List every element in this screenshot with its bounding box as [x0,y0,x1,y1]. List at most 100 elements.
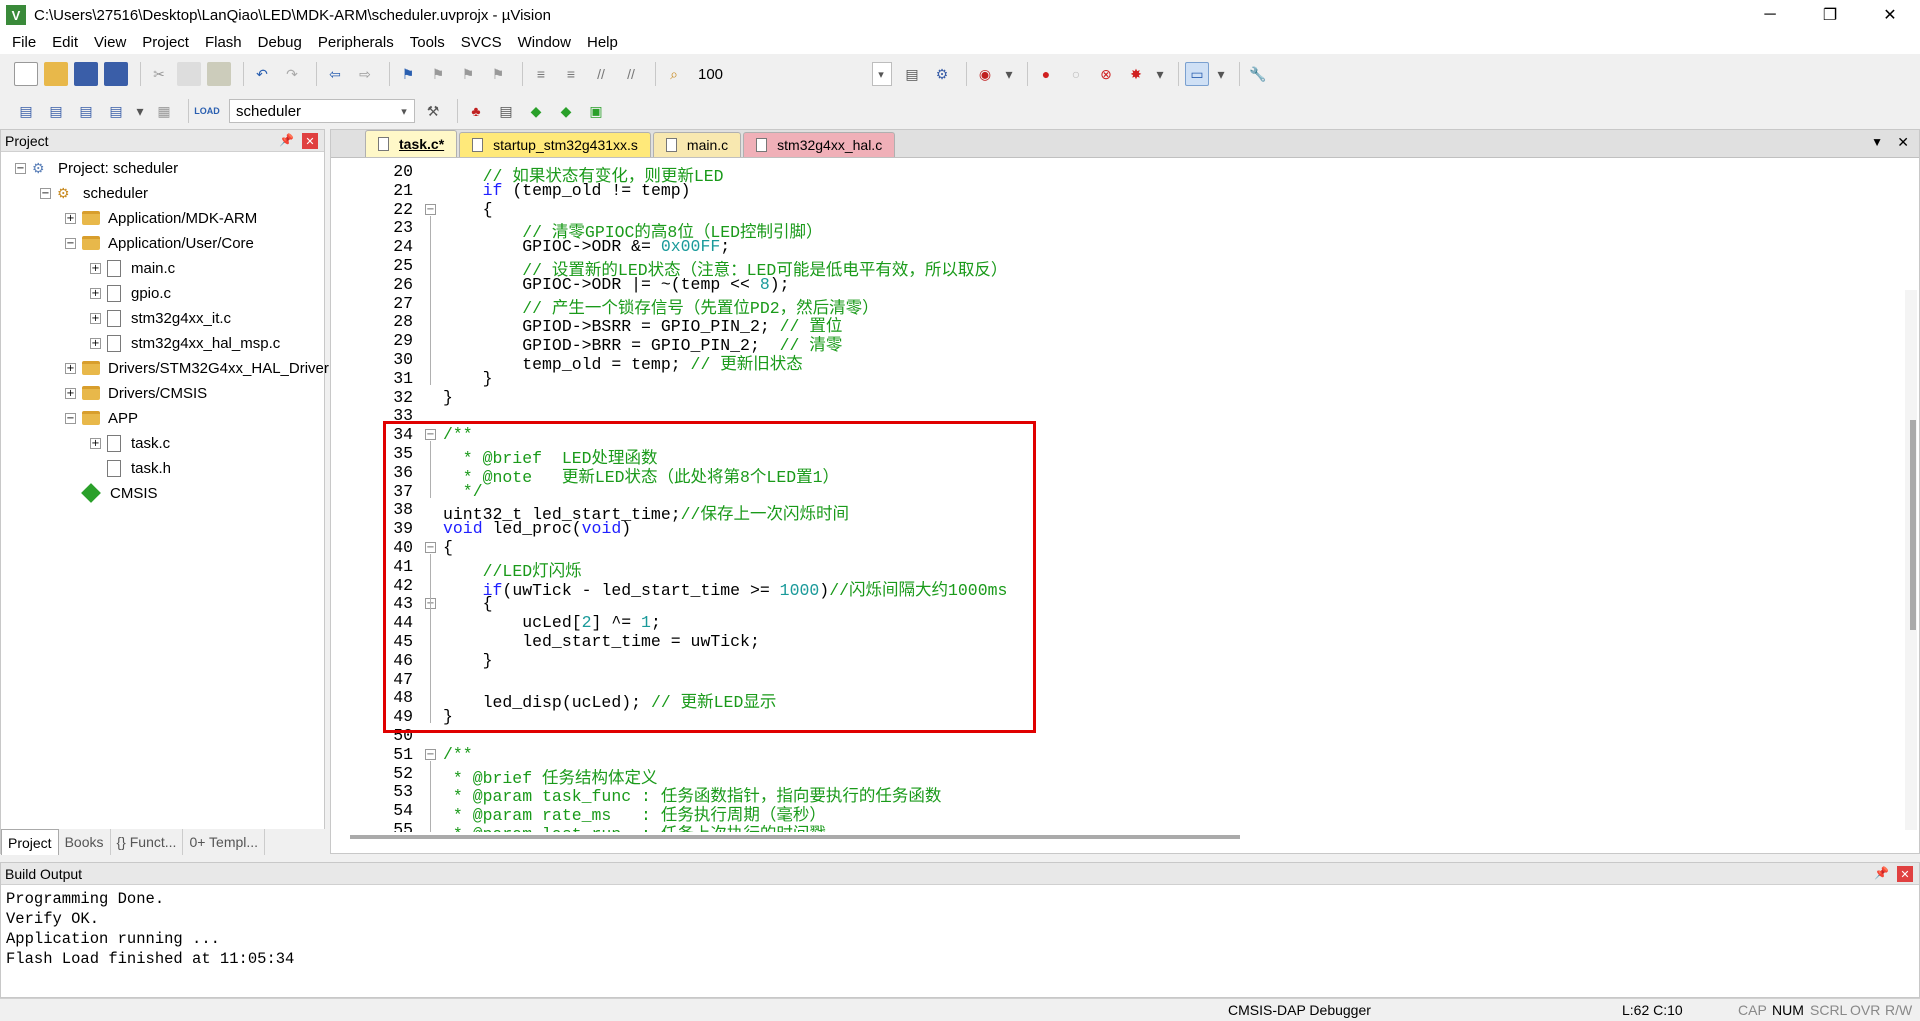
code-line[interactable]: } [443,369,493,388]
editor-scroll-thumb[interactable] [1910,420,1916,630]
comment-icon[interactable]: // [589,62,613,86]
code-line[interactable]: led_disp(ucLed); // 更新LED显示 [443,688,777,712]
chevron-down-icon[interactable]: ▾ [1003,62,1015,86]
find-icon[interactable]: ▤ [900,62,924,86]
tab-templates[interactable]: 0+ Templ... [183,829,266,855]
expand-icon[interactable]: + [90,312,101,324]
tree-item[interactable]: + Drivers/STM32G4xx_HAL_Driver [65,356,329,380]
close-tab-icon[interactable]: ✕ [1897,134,1909,151]
pack-installer-icon[interactable]: ◆ [554,99,578,123]
expand-icon[interactable]: + [65,212,76,224]
tree-item[interactable]: + main.c [90,256,175,280]
menu-debug[interactable]: Debug [250,34,310,51]
menu-window[interactable]: Window [510,34,579,51]
expand-icon[interactable]: + [90,262,101,274]
chevron-down-icon[interactable]: ▾ [1215,62,1227,86]
paste-icon[interactable] [207,62,231,86]
tree-item[interactable]: task.h [90,456,171,480]
collapse-icon[interactable]: − [65,412,76,424]
zoom-dropdown[interactable]: ▾ [872,62,892,86]
open-file-icon[interactable] [44,62,68,86]
nav-back-icon[interactable]: ⇦ [323,62,347,86]
rebuild-icon[interactable]: ▤ [74,99,98,123]
code-line[interactable]: * @param last_run : 任务上次执行的时间戳 [443,820,826,832]
stop-build-icon[interactable]: ▦ [152,99,176,123]
undo-icon[interactable]: ↶ [250,62,274,86]
code-line[interactable]: } [443,707,453,726]
cut-icon[interactable]: ✂ [147,62,171,86]
save-all-icon[interactable] [104,62,128,86]
window-layout-icon[interactable]: ▭ [1185,62,1209,86]
find-in-files-icon[interactable]: ⌕ [662,62,686,86]
tab-file-0[interactable]: task.c* [365,130,458,157]
chevron-down-icon[interactable]: ▾ [1154,62,1166,86]
code-area[interactable]: 20 // 如果状态有变化，则更新LED 21 if (temp_old != t… [341,162,1911,832]
tree-item[interactable]: + task.c [90,431,170,455]
minimize-button[interactable]: ─ [1740,0,1800,30]
fold-collapse-icon[interactable]: − [425,748,436,760]
clear-bookmarks-icon[interactable]: ⚑ [486,62,510,86]
code-line[interactable]: /** [443,425,473,444]
pin-icon[interactable]: 📌 [279,133,294,147]
build-icon[interactable]: ▤ [44,99,68,123]
code-line[interactable]: GPIOC->ODR |= ~(temp << 8); [443,275,789,294]
code-line[interactable]: GPIOC->ODR &= 0x00FF; [443,237,730,256]
menu-file[interactable]: File [4,34,44,51]
software-packs-icon[interactable]: ▣ [584,99,608,123]
code-line[interactable]: } [443,651,493,670]
configure-wrench-icon[interactable]: 🔧 [1246,62,1270,86]
incremental-find-icon[interactable]: ⚙ [930,62,954,86]
tab-list-dropdown-icon[interactable]: ▼ [1871,135,1883,149]
fold-collapse-icon[interactable]: − [425,429,436,441]
expand-icon[interactable]: + [90,437,101,449]
code-line[interactable]: temp_old = temp; // 更新旧状态 [443,350,803,374]
close-button[interactable]: ✕ [1860,0,1920,30]
code-line[interactable]: } [443,388,453,407]
bookmark-icon[interactable]: ⚑ [396,62,420,86]
code-line[interactable]: void led_proc(void) [443,519,631,538]
expand-icon[interactable]: + [65,362,76,374]
tree-item[interactable]: + stm32g4xx_it.c [90,306,231,330]
translate-icon[interactable]: ▤ [14,99,38,123]
tab-project[interactable]: Project [1,829,59,855]
tree-item[interactable]: + stm32g4xx_hal_msp.c [90,331,280,355]
menu-help[interactable]: Help [579,34,626,51]
new-file-icon[interactable] [14,62,38,86]
panel-close-icon[interactable]: ✕ [302,133,318,149]
expand-icon[interactable]: + [90,287,101,299]
tab-books[interactable]: Books [59,829,111,855]
code-line[interactable]: if(uwTick - led_start_time >= 1000)//闪烁间… [443,576,1008,600]
tab-file-2[interactable]: main.c [652,132,742,157]
disable-all-breakpoints-icon[interactable]: ⊗ [1094,62,1118,86]
tab-functions[interactable]: {} Funct... [111,829,184,855]
nav-forward-icon[interactable]: ⇨ [353,62,377,86]
chevron-down-icon[interactable]: ▾ [134,99,146,123]
kill-breakpoints-icon[interactable]: ✸ [1124,62,1148,86]
pin-icon[interactable]: 📌 [1874,866,1889,880]
run-time-env-icon[interactable]: ◆ [524,99,548,123]
next-bookmark-icon[interactable]: ⚑ [456,62,480,86]
menu-view[interactable]: View [86,34,134,51]
tree-item[interactable]: − ⚙ Project: scheduler [15,156,178,180]
disable-breakpoint-icon[interactable]: ○ [1064,62,1088,86]
breakpoint-icon[interactable]: ● [1034,62,1058,86]
download-load-icon[interactable]: LOAD [194,99,220,123]
unindent-icon[interactable]: ≡ [559,62,583,86]
tab-file-3[interactable]: stm32g4xx_hal.c [743,132,896,157]
menu-flash[interactable]: Flash [197,34,250,51]
maximize-button[interactable]: ❐ [1800,0,1860,30]
batch-build-icon[interactable]: ▤ [104,99,128,123]
code-line[interactable]: { [443,594,493,613]
code-line[interactable]: { [443,200,493,219]
fold-collapse-icon[interactable]: − [425,203,436,215]
collapse-icon[interactable]: − [65,237,76,249]
fold-collapse-icon[interactable]: − [425,542,436,553]
code-line[interactable]: led_start_time = uwTick; [443,632,760,651]
code-line[interactable]: ucLed[2] ^= 1; [443,613,661,632]
panel-close-icon[interactable]: ✕ [1897,866,1913,882]
target-select[interactable]: scheduler ▾ [229,99,415,123]
manage-components-icon[interactable]: ♣ [464,99,488,123]
menu-svcs[interactable]: SVCS [453,34,510,51]
redo-icon[interactable]: ↷ [280,62,304,86]
prev-bookmark-icon[interactable]: ⚑ [426,62,450,86]
